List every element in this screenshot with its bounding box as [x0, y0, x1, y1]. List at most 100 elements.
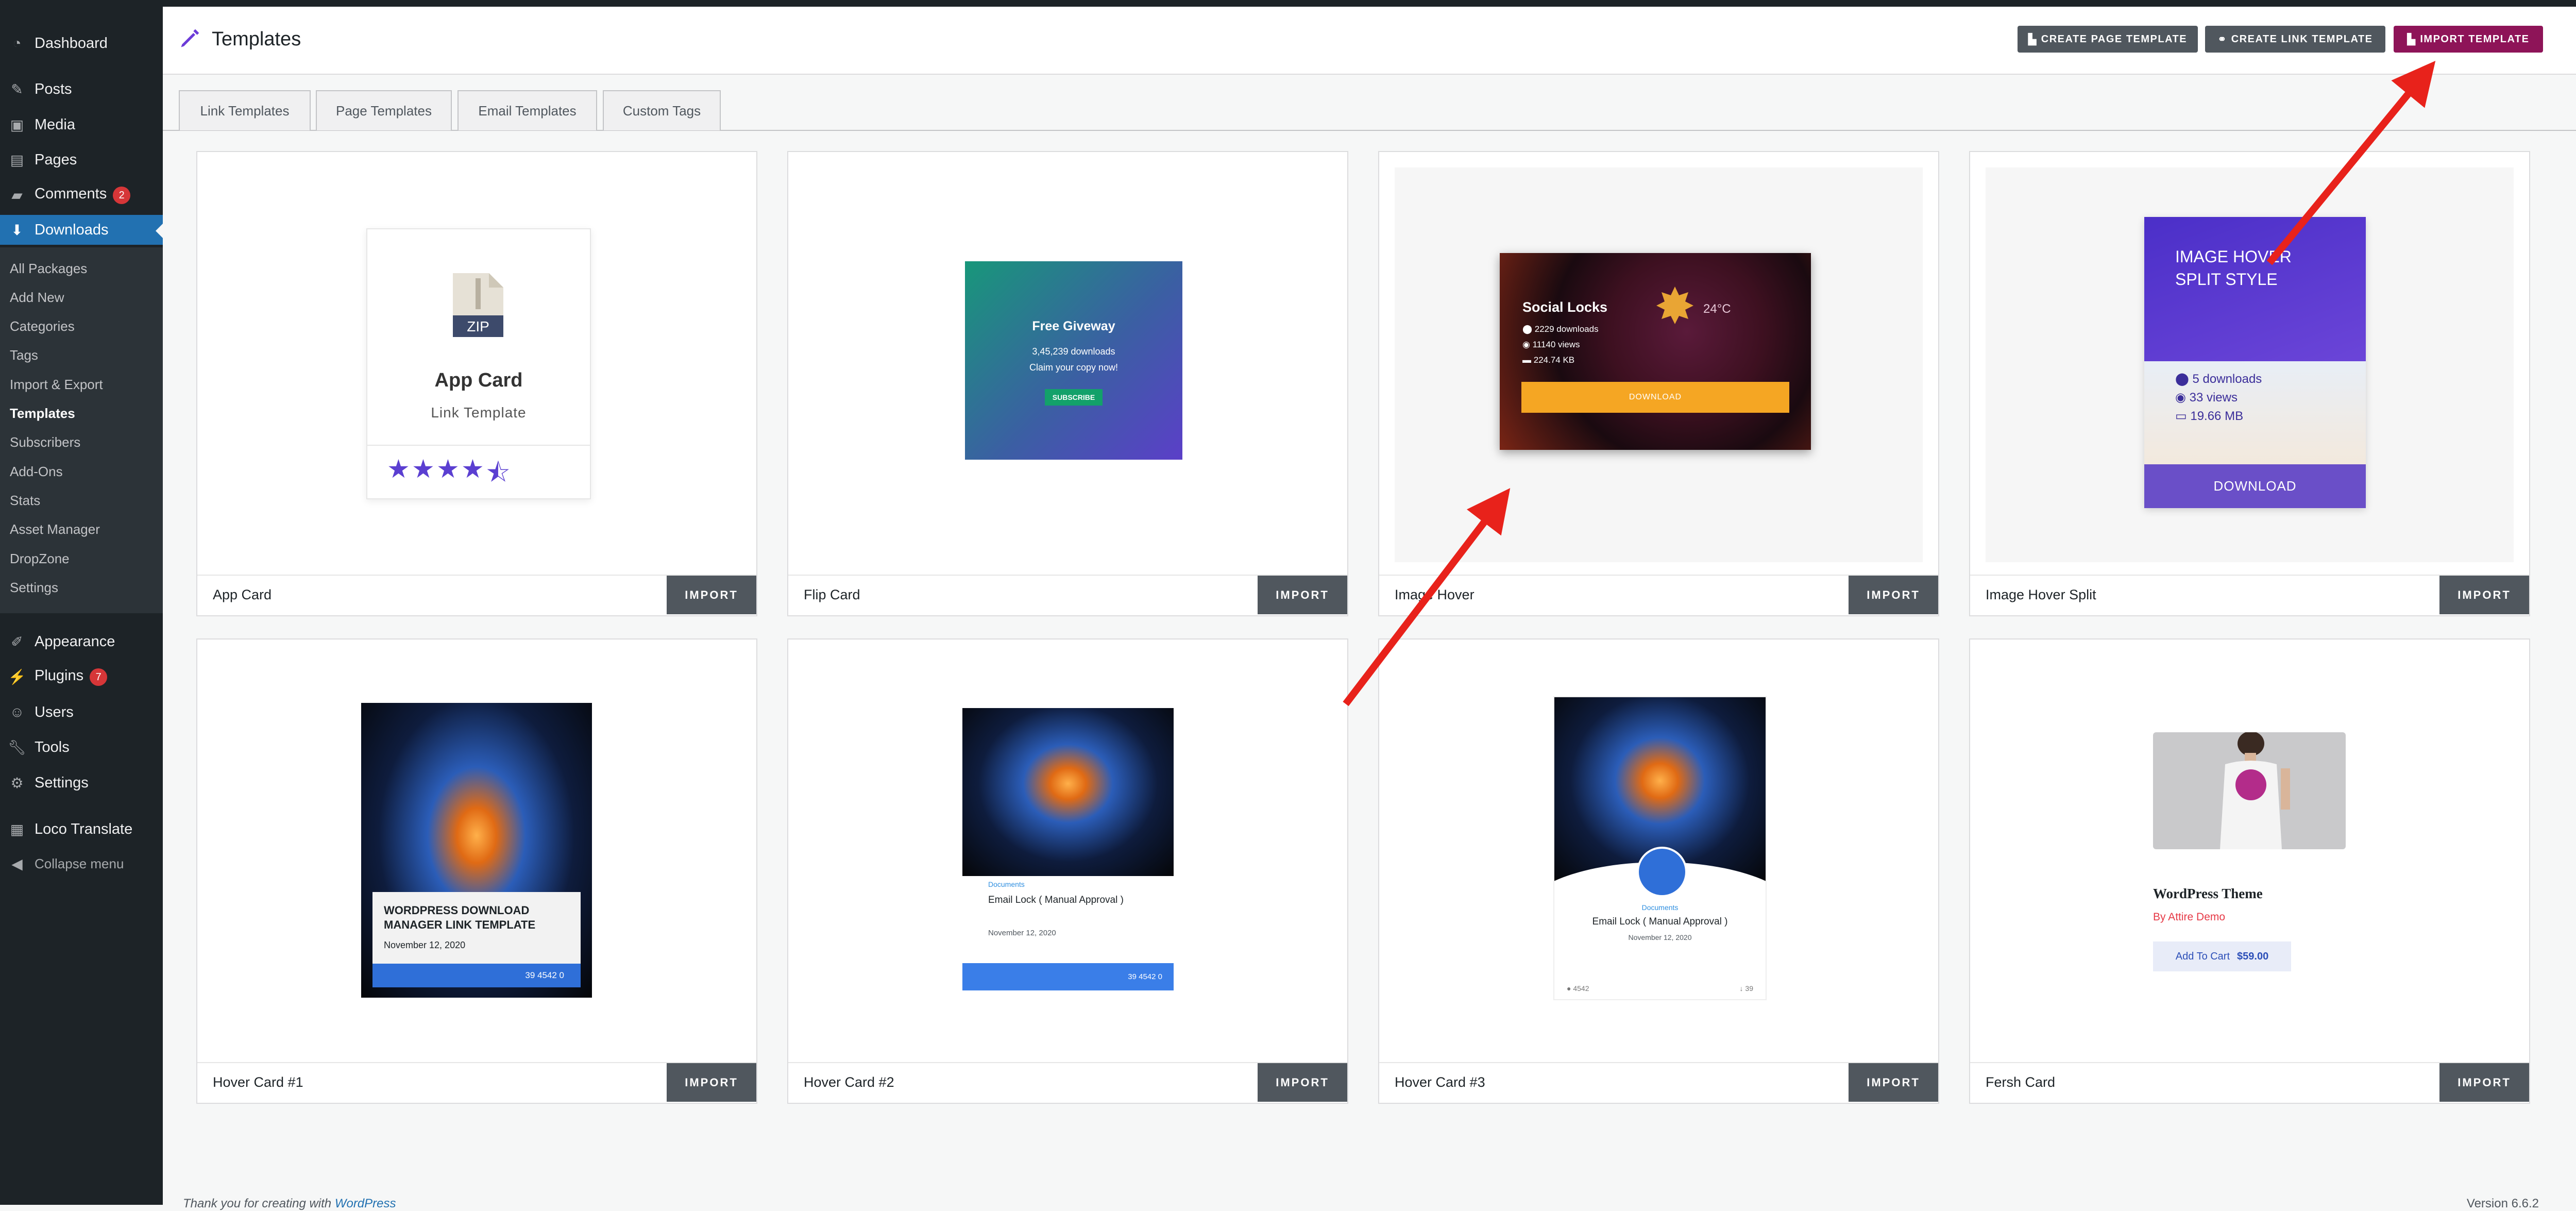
image-hover-download-button: DOWNLOAD	[1521, 382, 1789, 413]
menu-plugins[interactable]: ⚡ Plugins 7	[0, 662, 163, 692]
submenu-dropzone[interactable]: DropZone	[10, 551, 70, 567]
weather-temp: 24°C	[1703, 302, 1731, 316]
split-views-value: 33 views	[2189, 391, 2238, 405]
split-download-button: DOWNLOAD	[2144, 464, 2366, 508]
star-icon: ★	[436, 455, 460, 483]
submenu-subscribers[interactable]: Subscribers	[10, 434, 80, 450]
hover-card-1-preview: WORDPRESS DOWNLOAD MANAGER LINK TEMPLATE…	[361, 703, 592, 998]
downloads-submenu: All Packages Add New Categories Tags Imp…	[0, 247, 163, 613]
menu-tools[interactable]: 🔧︎ Tools	[0, 732, 163, 762]
menu-comments[interactable]: ▰ Comments 2	[0, 180, 163, 210]
menu-posts[interactable]: ✎ Posts	[0, 74, 163, 104]
menu-downloads[interactable]: ⬇ Downloads	[0, 215, 163, 245]
footer-thanks: Thank you for creating with	[183, 1197, 332, 1210]
import-button[interactable]: IMPORT	[1258, 1063, 1347, 1102]
import-button[interactable]: IMPORT	[667, 1063, 756, 1102]
import-button[interactable]: IMPORT	[1849, 576, 1938, 614]
file-icon: ▙	[2028, 33, 2037, 45]
menu-dashboard[interactable]: ◔ Dashboard	[0, 28, 163, 58]
template-preview: WORDPRESS DOWNLOAD MANAGER LINK TEMPLATE…	[197, 640, 756, 1065]
create-link-template-button[interactable]: ⚭ CREATE LINK TEMPLATE	[2205, 26, 2385, 53]
import-button[interactable]: IMPORT	[2439, 576, 2529, 614]
tab-link-templates[interactable]: Link Templates	[179, 90, 311, 130]
submenu-settings[interactable]: Settings	[10, 580, 58, 596]
tab-custom-tags[interactable]: Custom Tags	[603, 90, 721, 130]
submenu-import-export[interactable]: Import & Export	[10, 377, 103, 393]
menu-media[interactable]: ▣ Media	[0, 110, 163, 140]
submenu-categories[interactable]: Categories	[10, 318, 75, 334]
image-hover-downloads-value: 2229 downloads	[1534, 324, 1599, 334]
split-info-panel: ⬤ 5 downloads ◉ 33 views ▭ 19.66 MB	[2144, 361, 2366, 464]
user-icon: ☺	[9, 704, 25, 720]
template-card-app-card: ZIP App Card Link Template ★ ★ ★ ★ ⯪ App…	[196, 151, 757, 616]
card-footer: Image Hover Split IMPORT	[1970, 575, 2529, 615]
card-title: Hover Card #3	[1395, 1074, 1485, 1090]
submenu-all-packages[interactable]: All Packages	[10, 261, 87, 277]
flip-card-title: Free Giveway	[1032, 319, 1115, 333]
hover-card-1-stats: 39 4542 0	[372, 964, 581, 987]
card-title: Flip Card	[804, 587, 860, 602]
hover-card-2-image	[962, 708, 1174, 876]
tab-page-templates[interactable]: Page Templates	[316, 90, 452, 130]
menu-pages[interactable]: ▤ Pages	[0, 145, 163, 175]
create-link-template-label: CREATE LINK TEMPLATE	[2231, 33, 2373, 45]
tab-email-templates[interactable]: Email Templates	[457, 90, 597, 130]
split-size: ▭ 19.66 MB	[2175, 409, 2243, 424]
hover-card-3-downloads-value: 39	[1745, 984, 1753, 993]
collapse-icon: ◀	[11, 855, 23, 872]
menu-plugins-label: Plugins	[35, 667, 84, 684]
menu-collapse[interactable]: ◀ Collapse menu	[0, 849, 163, 879]
template-preview: WordPress Theme By Attire Demo Add To Ca…	[1970, 640, 2529, 1065]
product-price: $59.00	[2237, 950, 2269, 962]
page-header: Templates ▙ CREATE PAGE TEMPLATE ⚭ CREATE …	[163, 7, 2576, 75]
card-footer: Hover Card #3 IMPORT	[1379, 1062, 1938, 1103]
import-button[interactable]: IMPORT	[1849, 1063, 1938, 1102]
import-button[interactable]: IMPORT	[667, 576, 756, 614]
import-template-button[interactable]: ▙ IMPORT TEMPLATE	[2394, 26, 2543, 53]
product-title: WordPress Theme	[2153, 886, 2263, 901]
star-rating: ★ ★ ★ ★ ⯪	[367, 445, 590, 499]
hover-card-2-info: Documents Email Lock ( Manual Approval )…	[978, 876, 1158, 953]
card-title: App Card	[213, 587, 272, 602]
submenu-asset-manager[interactable]: Asset Manager	[10, 522, 100, 537]
menu-users[interactable]: ☺ Users	[0, 697, 163, 727]
card-footer: Hover Card #1 IMPORT	[197, 1062, 756, 1103]
menu-loco-translate[interactable]: ▦ Loco Translate	[0, 814, 163, 844]
card-title: Fersh Card	[1986, 1074, 2056, 1090]
flip-card-claim: Claim your copy now!	[1029, 362, 1118, 373]
admin-footer-text: Thank you for creating with WordPress	[183, 1197, 396, 1211]
submenu-add-new[interactable]: Add New	[10, 290, 64, 306]
submenu-stats[interactable]: Stats	[10, 493, 40, 509]
split-downloads-value: 5 downloads	[2192, 372, 2262, 386]
submenu-add-ons[interactable]: Add-Ons	[10, 464, 63, 480]
create-page-template-button[interactable]: ▙ CREATE PAGE TEMPLATE	[2018, 26, 2198, 53]
submenu-templates[interactable]: Templates	[10, 406, 75, 422]
eye-icon: ◉	[2175, 391, 2190, 405]
pin-icon: ✎	[11, 81, 23, 97]
admin-top-bar	[0, 0, 2576, 7]
import-button[interactable]: IMPORT	[1258, 576, 1347, 614]
app-card-title: App Card	[434, 369, 523, 391]
wordpress-link[interactable]: WordPress	[335, 1197, 396, 1210]
menu-comments-label: Comments	[35, 186, 107, 202]
download-icon: ⬇	[11, 222, 23, 238]
card-footer: Fersh Card IMPORT	[1970, 1062, 2529, 1103]
tshirt-model-image	[2220, 732, 2290, 849]
card-title: Hover Card #1	[213, 1074, 303, 1090]
menu-settings[interactable]: ⚙ Settings	[0, 768, 163, 798]
product-author: By Attire Demo	[2153, 911, 2226, 923]
image-hover-size-value: 224.74 KB	[1533, 355, 1575, 365]
drive-icon: ▬	[1522, 355, 1534, 365]
card-footer: App Card IMPORT	[197, 575, 756, 615]
plugin-icon: ⚡	[8, 668, 26, 685]
link-icon: ⚭	[2217, 33, 2227, 45]
star-icon: ★	[412, 455, 435, 483]
import-button[interactable]: IMPORT	[2439, 1063, 2529, 1102]
wp-version: Version 6.6.2	[2466, 1197, 2539, 1210]
hover-card-2-date: November 12, 2020	[988, 929, 1056, 937]
plugins-count-badge: 7	[90, 668, 108, 686]
submenu-tags[interactable]: Tags	[10, 347, 38, 363]
menu-appearance[interactable]: ✐ Appearance	[0, 627, 163, 657]
sun-icon	[1656, 287, 1693, 324]
product-image	[2153, 732, 2346, 849]
